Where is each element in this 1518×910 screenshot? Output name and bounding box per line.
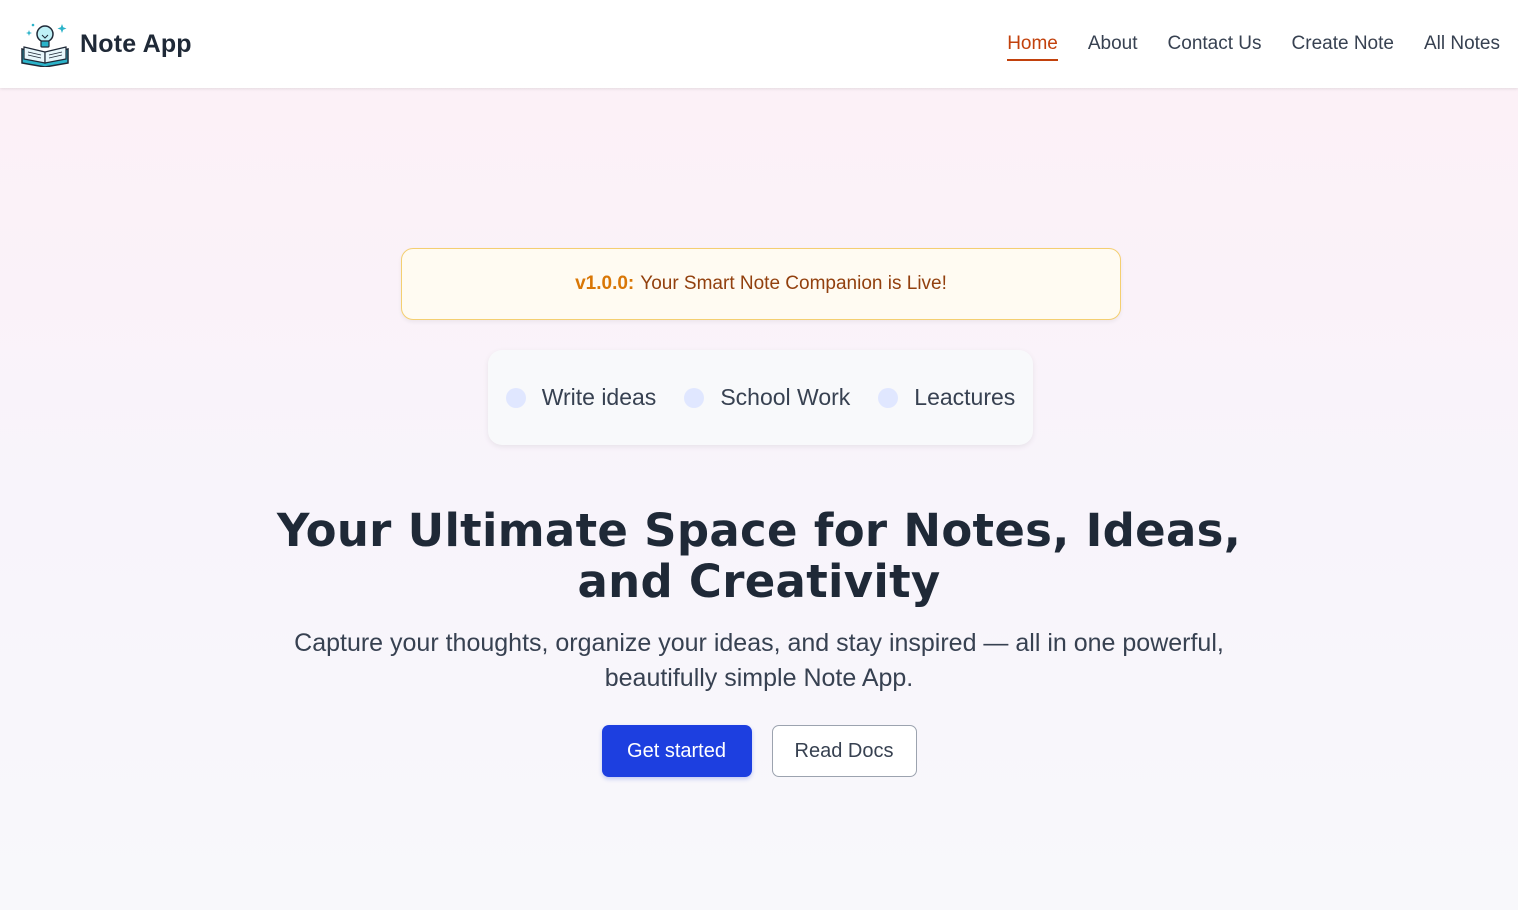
read-docs-button[interactable]: Read Docs bbox=[771, 725, 917, 777]
feature-label: Write ideas bbox=[541, 384, 657, 410]
feature-chip-school-work: School Work bbox=[684, 384, 850, 411]
nav-home[interactable]: Home bbox=[1007, 27, 1058, 61]
nav-about[interactable]: About bbox=[1088, 27, 1138, 61]
main-nav: Home About Contact Us Create Note All No… bbox=[1007, 27, 1500, 61]
feature-chips: Write ideas School Work Leactures bbox=[488, 350, 1033, 445]
brand-home-link[interactable]: Note App bbox=[20, 21, 192, 67]
release-message: Your Smart Note Companion is Live! bbox=[640, 273, 947, 294]
release-version: v1.0.0: bbox=[575, 273, 635, 294]
brand-name: Note App bbox=[80, 29, 192, 58]
bullet-dot-icon bbox=[878, 387, 899, 408]
feature-label: Leactures bbox=[914, 384, 1016, 410]
bullet-dot-icon bbox=[505, 387, 526, 408]
feature-chip-write-ideas: Write ideas bbox=[505, 384, 657, 411]
book-lightbulb-icon bbox=[21, 23, 69, 67]
nav-all-notes[interactable]: All Notes bbox=[1424, 27, 1500, 61]
nav-create-note[interactable]: Create Note bbox=[1292, 27, 1394, 61]
hero-title: Your Ultimate Space for Notes, Ideas, an… bbox=[276, 504, 1242, 608]
hero-subtitle: Capture your thoughts, organize your ide… bbox=[294, 629, 1224, 692]
cta-buttons: Get started Read Docs bbox=[0, 725, 1518, 777]
bullet-dot-icon bbox=[684, 387, 705, 408]
feature-label: School Work bbox=[720, 384, 851, 410]
feature-chip-lectures: Leactures bbox=[878, 384, 1015, 411]
nav-contact-us[interactable]: Contact Us bbox=[1168, 27, 1262, 61]
top-navbar: Note App Home About Contact Us Create No… bbox=[0, 0, 1518, 88]
release-announcement-banner: v1.0.0: Your Smart Note Companion is Liv… bbox=[401, 248, 1121, 320]
get-started-button[interactable]: Get started bbox=[601, 725, 752, 777]
